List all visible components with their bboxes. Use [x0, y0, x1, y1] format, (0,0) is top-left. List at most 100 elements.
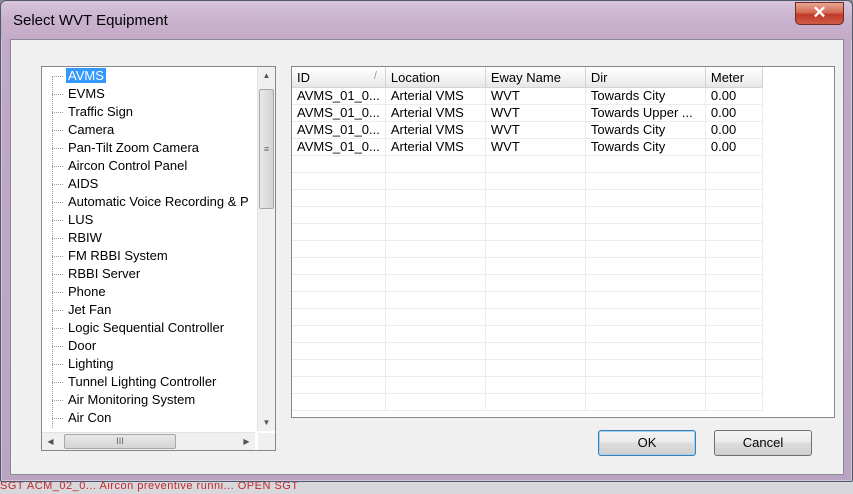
tree-item[interactable]: EVMS — [42, 85, 255, 103]
vertical-scroll-thumb[interactable]: ≡ — [259, 89, 274, 209]
equipment-tree[interactable]: AVMS EVMS Traffic Sign Camera Pan-Tilt Zoom … — [41, 66, 276, 451]
empty-row — [292, 172, 763, 190]
tree-item[interactable]: AVMS — [42, 67, 255, 85]
tree-item[interactable]: RBIW — [42, 229, 255, 247]
tree-item-label: RBIW — [68, 230, 102, 245]
scroll-up-icon[interactable]: ▲ — [258, 67, 275, 84]
title-bar[interactable]: Select WVT Equipment ✕ — [1, 1, 852, 39]
tree-item-label: Door — [68, 338, 97, 353]
tree-item[interactable]: Jet Fan — [42, 301, 255, 319]
tree-item[interactable]: AIDS — [42, 175, 255, 193]
empty-cell — [385, 393, 486, 411]
table-row[interactable]: AVMS_01_0... Arterial VMS WVT Towards City 0… — [292, 121, 763, 139]
empty-cell — [485, 155, 586, 173]
empty-cell — [292, 291, 386, 309]
empty-cell — [292, 274, 386, 292]
tree-item-label: Jet Fan — [68, 302, 112, 317]
tree-item[interactable]: Pan-Tilt Zoom Camera — [42, 139, 255, 157]
tree-item-label: Pan-Tilt Zoom Camera — [68, 140, 199, 155]
equipment-grid[interactable]: ID / Location Eway Name Dir Meter AVMS_0… — [291, 66, 835, 418]
tree-item-label: Aircon Control Panel — [68, 158, 188, 173]
empty-cell — [585, 342, 706, 360]
tree-item[interactable]: FM RBBI System — [42, 247, 255, 265]
column-header-eway-name[interactable]: Eway Name — [485, 67, 586, 88]
table-cell: Towards City — [585, 87, 706, 105]
tree-item[interactable]: Air Monitoring System — [42, 391, 255, 409]
scrollbar-corner — [258, 433, 275, 450]
table-row[interactable]: AVMS_01_0... Arterial VMS WVT Towards City 0… — [292, 87, 763, 105]
column-header-label: Dir — [590, 69, 608, 85]
empty-cell — [585, 223, 706, 241]
table-cell: 0.00 — [705, 121, 763, 139]
tree-item[interactable]: RBBI Server — [42, 265, 255, 283]
tree-item-label: LUS — [68, 212, 94, 227]
equipment-tree-list: AVMS EVMS Traffic Sign Camera Pan-Tilt Zoom … — [42, 67, 255, 431]
dialog-title: Select WVT Equipment — [13, 12, 168, 29]
empty-cell — [292, 240, 386, 258]
empty-row — [292, 223, 763, 241]
empty-cell — [585, 308, 706, 326]
tree-item[interactable]: Tunnel Lighting Controller — [42, 373, 255, 391]
tree-item[interactable]: Automatic Voice Recording & P — [42, 193, 255, 211]
empty-cell — [485, 376, 586, 394]
column-header-location[interactable]: Location — [385, 67, 486, 88]
column-header-label: Eway Name — [490, 69, 561, 85]
table-cell: 0.00 — [705, 138, 763, 156]
table-cell: AVMS_01_0... — [292, 138, 386, 156]
empty-cell — [705, 206, 763, 224]
tree-horizontal-scrollbar[interactable]: ◀ III ▶ — [42, 432, 255, 450]
empty-row — [292, 393, 763, 411]
column-header-dir[interactable]: Dir — [585, 67, 706, 88]
empty-cell — [485, 393, 586, 411]
tree-item-label: Automatic Voice Recording & P — [68, 194, 249, 209]
empty-cell — [385, 342, 486, 360]
table-cell: WVT — [485, 121, 586, 139]
empty-cell — [292, 376, 386, 394]
table-cell: 0.00 — [705, 104, 763, 122]
close-button[interactable]: ✕ — [795, 2, 844, 25]
close-icon: ✕ — [812, 3, 827, 22]
empty-cell — [485, 240, 586, 258]
tree-item-label: Lighting — [68, 356, 114, 371]
empty-cell — [485, 189, 586, 207]
tree-item[interactable]: Door — [42, 337, 255, 355]
tree-item[interactable]: Aircon Control Panel — [42, 157, 255, 175]
tree-item[interactable]: Air Con — [42, 409, 255, 427]
tree-item[interactable]: Logic Sequential Controller — [42, 319, 255, 337]
empty-cell — [385, 376, 486, 394]
tree-item-label: Phone — [68, 284, 106, 299]
empty-cell — [705, 325, 763, 343]
table-cell: 0.00 — [705, 87, 763, 105]
empty-cell — [292, 206, 386, 224]
column-header-id[interactable]: ID / — [292, 67, 386, 88]
empty-row — [292, 342, 763, 360]
cancel-button[interactable]: Cancel — [714, 430, 812, 456]
table-cell: WVT — [485, 87, 586, 105]
empty-cell — [485, 325, 586, 343]
empty-row — [292, 155, 763, 173]
tree-item-label: Air Monitoring System — [68, 392, 196, 407]
tree-item[interactable]: Phone — [42, 283, 255, 301]
tree-item[interactable]: LUS — [42, 211, 255, 229]
empty-cell — [585, 376, 706, 394]
scroll-left-icon[interactable]: ◀ — [42, 433, 59, 450]
tree-item[interactable]: Camera — [42, 121, 255, 139]
tree-item-label: RBBI Server — [68, 266, 141, 281]
table-row[interactable]: AVMS_01_0... Arterial VMS WVT Towards City 0… — [292, 138, 763, 156]
scroll-right-icon[interactable]: ▶ — [238, 433, 255, 450]
horizontal-scroll-thumb[interactable]: III — [64, 434, 176, 449]
tree-item-label: FM RBBI System — [68, 248, 168, 263]
empty-cell — [292, 359, 386, 377]
empty-cell — [385, 189, 486, 207]
sort-indicator-icon: / — [373, 70, 377, 82]
empty-cell — [585, 274, 706, 292]
column-header-meter[interactable]: Meter — [705, 67, 763, 88]
empty-cell — [292, 189, 386, 207]
scroll-down-icon[interactable]: ▼ — [258, 414, 275, 431]
tree-vertical-scrollbar[interactable]: ▲ ≡ ▼ — [257, 67, 275, 431]
tree-item[interactable]: Traffic Sign — [42, 103, 255, 121]
tree-item[interactable]: Lighting — [42, 355, 255, 373]
ok-button[interactable]: OK — [598, 430, 696, 456]
table-row[interactable]: AVMS_01_0... Arterial VMS WVT Towards Upper… — [292, 104, 763, 122]
empty-cell — [385, 291, 486, 309]
